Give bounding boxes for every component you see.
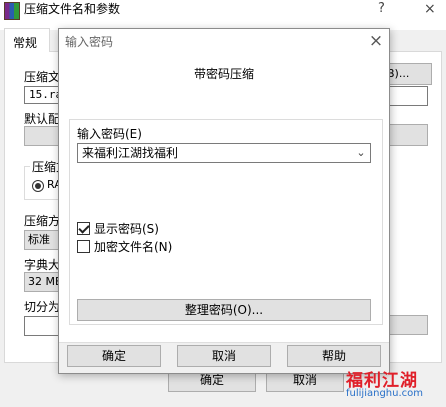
split-volumes-label: 切分为 [24, 300, 61, 314]
show-password-checkbox[interactable] [77, 222, 90, 235]
split-unit-select[interactable] [384, 315, 428, 335]
password-dialog: 输入密码 × 带密码压缩 输入密码(E) 来福利江湖找福利 ⌄ 显示密码(S) … [58, 28, 390, 374]
compression-method-label: 压缩方 [24, 214, 61, 228]
compression-method-select[interactable]: 标准 [24, 230, 62, 250]
help-button[interactable]: 帮助 [287, 345, 381, 367]
password-dialog-heading: 带密码压缩 [193, 67, 254, 81]
default-profile-select[interactable] [24, 126, 62, 146]
archive-name-dropdown[interactable] [384, 86, 428, 106]
show-password-label[interactable]: 显示密码(S) [94, 220, 159, 237]
password-dialog-title-bar: 输入密码 × [59, 29, 389, 55]
parent-window-title: 压缩文件名和参数 [24, 2, 121, 16]
winrar-app-icon [4, 2, 20, 20]
chevron-down-icon[interactable]: ⌄ [352, 144, 370, 162]
tab-general[interactable]: 常规 [4, 28, 50, 52]
close-icon[interactable]: × [365, 29, 387, 53]
parent-close-icon[interactable]: × [424, 0, 436, 18]
parent-title-bar: 压缩文件名和参数 ? × [0, 0, 446, 30]
split-volumes-input[interactable] [24, 316, 62, 336]
help-icon[interactable]: ? [378, 0, 385, 18]
dictionary-size-select[interactable]: 32 MB [24, 272, 62, 292]
password-value: 来福利江湖找福利 [82, 146, 179, 160]
encrypt-filenames-label[interactable]: 加密文件名(N) [94, 238, 172, 255]
organize-passwords-button[interactable]: 整理密码(O)... [77, 299, 371, 321]
cancel-button[interactable]: 取消 [177, 345, 271, 367]
update-mode-select[interactable] [384, 124, 428, 146]
ok-button[interactable]: 确定 [67, 345, 161, 367]
browse-button[interactable]: B)... [384, 63, 432, 85]
rar-format-radio[interactable] [32, 180, 44, 192]
archive-name-label: 压缩文 [24, 70, 61, 84]
password-dialog-title: 输入密码 [65, 35, 114, 49]
encrypt-filenames-checkbox[interactable] [77, 240, 90, 253]
watermark-url: fulijianghu.com [346, 388, 423, 399]
password-input[interactable]: 来福利江湖找福利 ⌄ [77, 143, 371, 163]
dictionary-size-label: 字典大 [24, 258, 61, 272]
enter-password-label: 输入密码(E) [77, 127, 142, 141]
default-profile-label: 默认配 [24, 112, 61, 126]
